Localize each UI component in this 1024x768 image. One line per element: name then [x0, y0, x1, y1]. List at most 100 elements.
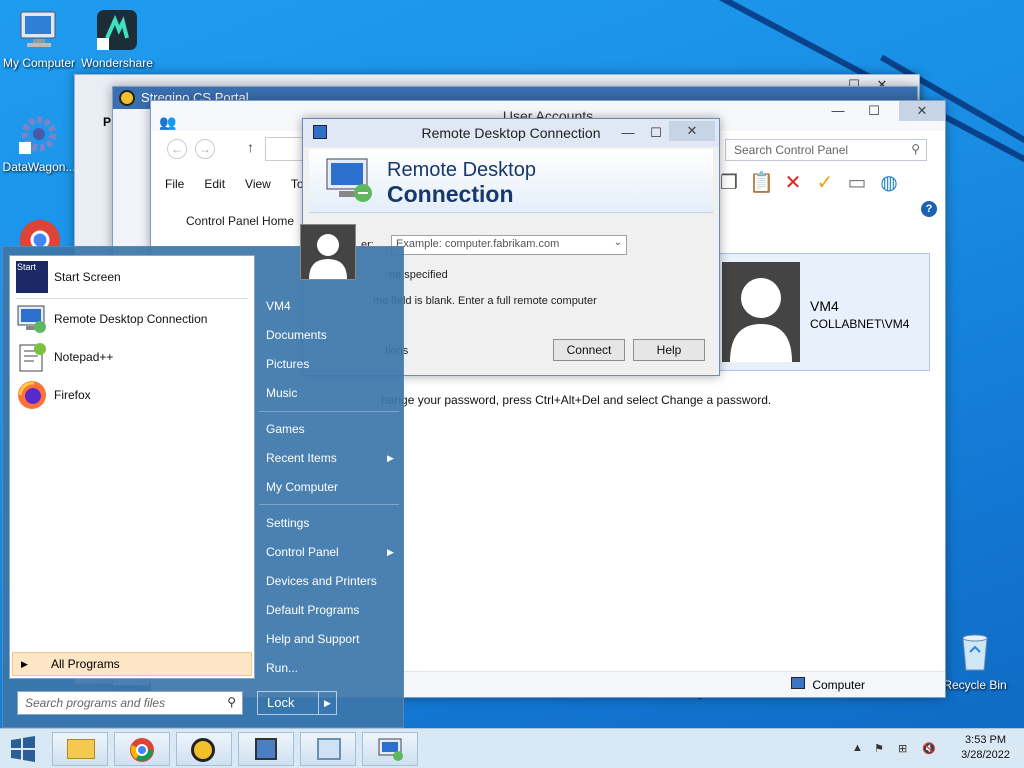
start-menu-programs: Start Start Screen Remote Desktop Connec…	[9, 255, 255, 679]
desktop-icon-wondershare[interactable]: Wondershare	[74, 8, 160, 70]
computer-status-icon	[791, 677, 805, 689]
taskbar: ▲ ⚑ ⊞ 🔇 3:53 PM 3/28/2022	[0, 728, 1024, 768]
start-item-firefox[interactable]: Firefox	[16, 378, 248, 412]
start-right-vm4[interactable]: VM4	[266, 299, 291, 313]
flag-warning-icon[interactable]: ⚑	[874, 742, 884, 755]
breadcrumb[interactable]	[265, 137, 305, 161]
start-item-rdc[interactable]: Remote Desktop Connection	[16, 302, 248, 336]
start-item-start-screen[interactable]: Start Start Screen	[16, 260, 248, 294]
up-arrow-icon[interactable]: ↑	[247, 139, 254, 155]
lock-button[interactable]: Lock ▶	[257, 691, 337, 715]
properties-icon[interactable]: ▭	[845, 171, 869, 195]
copy-icon[interactable]: ❐	[717, 171, 741, 195]
help-button[interactable]: Help	[633, 339, 705, 361]
start-item-label: Notepad++	[54, 350, 114, 364]
control-panel-home-link[interactable]: Control Panel Home	[186, 214, 294, 228]
start-user-avatar[interactable]	[300, 224, 356, 280]
rdc-banner: Remote Desktop Connection	[309, 149, 713, 213]
menu-bar: File Edit View Tool	[165, 177, 313, 191]
divider	[259, 504, 399, 505]
chevron-down-icon[interactable]: ⌄	[614, 237, 622, 248]
desktop-icon-datawagon[interactable]: DataWagon...	[0, 112, 82, 174]
rdc-banner-subtitle: Connection	[387, 181, 514, 207]
search-placeholder: Search Control Panel	[734, 143, 849, 157]
start-right-pictures[interactable]: Pictures	[266, 357, 309, 371]
network-icon	[255, 738, 277, 760]
gear-icon	[17, 112, 61, 156]
computer-field[interactable]: Example: computer.fabrikam.com ⌄	[391, 235, 627, 255]
paste-icon[interactable]: 📋	[749, 171, 774, 195]
taskbar-stregino[interactable]	[176, 732, 232, 766]
user-name: VM4	[810, 298, 839, 314]
rdc-titlebar: Remote Desktop Connection — ☐ ✕	[303, 119, 719, 147]
network-status-icon[interactable]: ⊞	[898, 742, 907, 755]
start-search-placeholder: Search programs and files	[25, 696, 166, 710]
start-right-help-support[interactable]: Help and Support	[266, 632, 359, 646]
search-icon: ⚲	[227, 695, 236, 709]
menu-edit[interactable]: Edit	[204, 177, 225, 191]
close-icon[interactable]: ✕	[899, 101, 945, 121]
start-right-default-programs[interactable]: Default Programs	[266, 603, 359, 617]
start-right-control-panel[interactable]: Control Panel	[266, 545, 339, 559]
taskbar-rdc[interactable]	[362, 732, 418, 766]
menu-view[interactable]: View	[245, 177, 271, 191]
user-avatar	[722, 262, 800, 362]
chevron-right-icon[interactable]: ▶	[318, 692, 336, 714]
start-right-documents[interactable]: Documents	[266, 328, 327, 342]
check-icon[interactable]: ✓	[813, 171, 837, 195]
taskbar-control-panel[interactable]	[300, 732, 356, 766]
start-search-input[interactable]: Search programs and files ⚲	[17, 691, 243, 715]
start-right-recent-items[interactable]: Recent Items	[266, 451, 337, 465]
all-programs-button[interactable]: ▶ All Programs	[12, 652, 252, 676]
menu-file[interactable]: File	[165, 177, 184, 191]
recycle-bin-icon	[953, 630, 997, 674]
start-menu: Start Start Screen Remote Desktop Connec…	[2, 246, 404, 728]
desktop-icon-my-computer[interactable]: My Computer	[0, 8, 82, 70]
chrome-desktop-icon[interactable]	[18, 216, 62, 260]
start-item-label: Start Screen	[54, 270, 121, 284]
start-right-games[interactable]: Games	[266, 422, 305, 436]
windows-start-icon[interactable]	[8, 735, 38, 763]
clock[interactable]: 3:53 PM 3/28/2022	[961, 733, 1010, 763]
start-right-music[interactable]: Music	[266, 386, 297, 400]
forward-arrow-icon[interactable]: →	[195, 139, 215, 159]
status-computer: Computer	[812, 678, 865, 692]
user-card: VM4 COLLABNET\VM4	[699, 253, 930, 371]
close-icon[interactable]: ✕	[669, 121, 715, 141]
stregino-icon	[191, 738, 215, 762]
maximize-icon[interactable]: ☐	[859, 101, 889, 121]
search-input[interactable]: Search Control Panel ⚲	[725, 139, 927, 161]
desktop-icon-label: DataWagon...	[2, 160, 76, 174]
back-arrow-icon[interactable]: ←	[167, 139, 187, 159]
chevron-right-icon: ▶	[387, 453, 394, 463]
chevron-right-icon: ▶	[21, 659, 28, 669]
taskbar-explorer[interactable]	[52, 732, 108, 766]
users-icon: 👥	[159, 114, 177, 130]
remote-desktop-icon	[16, 303, 48, 335]
globe-icon[interactable]: ◍	[877, 171, 901, 195]
back-window-fragment: P	[103, 115, 112, 129]
start-item-notepadpp[interactable]: Notepad++	[16, 340, 248, 374]
minimize-icon[interactable]: —	[823, 101, 853, 121]
minimize-icon[interactable]: —	[613, 123, 643, 143]
start-right-devices-printers[interactable]: Devices and Printers	[266, 574, 377, 588]
maximize-icon[interactable]: ☐	[641, 123, 671, 143]
taskbar-network[interactable]	[238, 732, 294, 766]
volume-muted-icon[interactable]: 🔇	[922, 742, 936, 755]
search-icon: ⚲	[911, 142, 920, 156]
control-panel-icon	[317, 738, 341, 760]
help-icon[interactable]: ?	[921, 201, 937, 217]
start-item-label: Firefox	[54, 388, 91, 402]
rdc-banner-title: Remote Desktop	[387, 159, 536, 181]
clock-time: 3:53 PM	[965, 734, 1007, 746]
taskbar-chrome[interactable]	[114, 732, 170, 766]
tray-expand-icon[interactable]: ▲	[852, 742, 863, 754]
firefox-icon	[16, 379, 48, 411]
start-right-settings[interactable]: Settings	[266, 516, 309, 530]
connect-button[interactable]: Connect	[553, 339, 625, 361]
start-right-run[interactable]: Run...	[266, 661, 298, 675]
computer-placeholder: Example: computer.fabrikam.com	[396, 238, 560, 250]
delete-icon[interactable]: ✕	[781, 171, 805, 195]
start-right-my-computer[interactable]: My Computer	[266, 480, 338, 494]
rdc-small-icon	[313, 125, 327, 139]
